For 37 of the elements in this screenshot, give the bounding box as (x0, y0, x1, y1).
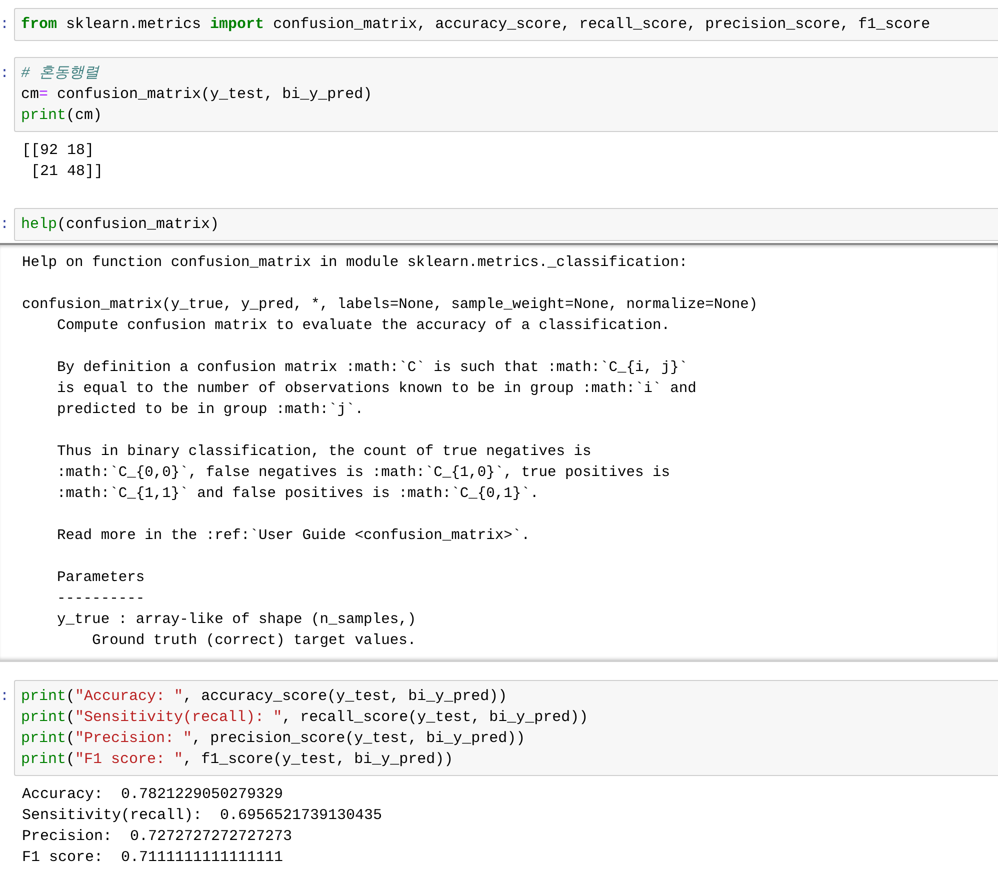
help-text-line: is equal to the number of observations known to be in group :math:`i` and (56, 380, 698, 399)
code-line: # 혼동행렬 (21, 64, 100, 84)
output-line: Accuracy: 0.7821229050279329 (22, 785, 284, 805)
code-input-cell[interactable]: from sklearn.metrics import confusion_matrix, accuracy_score, recall_score, precision_score, f1_score (14, 8, 998, 41)
help-text-line: confusion_matrix(y_true, y_pred, *, labels=None, sample_weight=None, normalize=None) (22, 296, 759, 315)
output-line: Sensitivity(recall): 0.6956521739130435 (22, 806, 384, 826)
code-line: print("Sensitivity(recall): ", recall_score(y_test, bi_y_pred)) (21, 708, 590, 728)
help-text-line: Read more in the :ref:`User Guide <confusion_matrix>`. (56, 527, 531, 546)
help-text-line: By definition a confusion matrix :math:`C` is such that :math:`C_{i, j}` (56, 359, 689, 378)
code-input-cell[interactable]: help(confusion_matrix) (14, 208, 998, 241)
code-line: print("F1 score: ", f1_score(y_test, bi_y_pred)) (21, 750, 454, 770)
help-text-line: y_true : array-like of shape (n_samples,) (56, 611, 418, 630)
code-line: from sklearn.metrics import confusion_matrix, accuracy_score, recall_score, precision_score, f1_score (21, 15, 932, 35)
help-text-line: Compute confusion matrix to evaluate the accuracy of a classification. (56, 317, 672, 336)
code-line: help(confusion_matrix) (21, 215, 220, 235)
help-text-line: predicted to be in group :math:`j`. (56, 401, 365, 420)
help-text-line: :math:`C_{1,1}` and false positives is :math:`C_{0,1}`. (56, 485, 540, 504)
help-text-line: Parameters (56, 569, 146, 588)
help-text-line: Thus in binary classification, the count of true negatives is (56, 443, 592, 462)
output-line: F1 score: 0.7111111111111111 (22, 848, 284, 868)
help-text-line: ---------- (56, 590, 146, 609)
code-line: print("Precision: ", precision_score(y_test, bi_y_pred)) (21, 729, 526, 749)
output-line: Precision: 0.7272727272727273 (22, 827, 294, 847)
help-text-line: Help on function confusion_matrix in module sklearn.metrics._classification: (22, 254, 689, 273)
cell-prompt: : (0, 687, 10, 707)
cell-prompt: : (0, 15, 10, 35)
cell-prompt: : (0, 215, 10, 235)
code-input-cell[interactable] (14, 680, 998, 776)
output-line: [[92 18] (22, 141, 96, 161)
code-line: cm= confusion_matrix(y_test, bi_y_pred) (21, 85, 374, 105)
output-line: [21 48]] (30, 162, 104, 182)
code-line: print(cm) (21, 106, 104, 126)
help-text-line: :math:`C_{0,0}`, false negatives is :math:`C_{1,0}`, true positives is (56, 464, 672, 483)
cell-prompt: : (0, 64, 10, 84)
code-input-cell[interactable]: # 혼동행렬 cm= confusion_matrix(y_test, bi_y_pred) print(cm) (14, 57, 998, 132)
code-line: print("Accuracy: ", accuracy_score(y_test, bi_y_pred)) (21, 687, 508, 707)
help-text-line: Ground truth (correct) target values. (91, 632, 418, 651)
